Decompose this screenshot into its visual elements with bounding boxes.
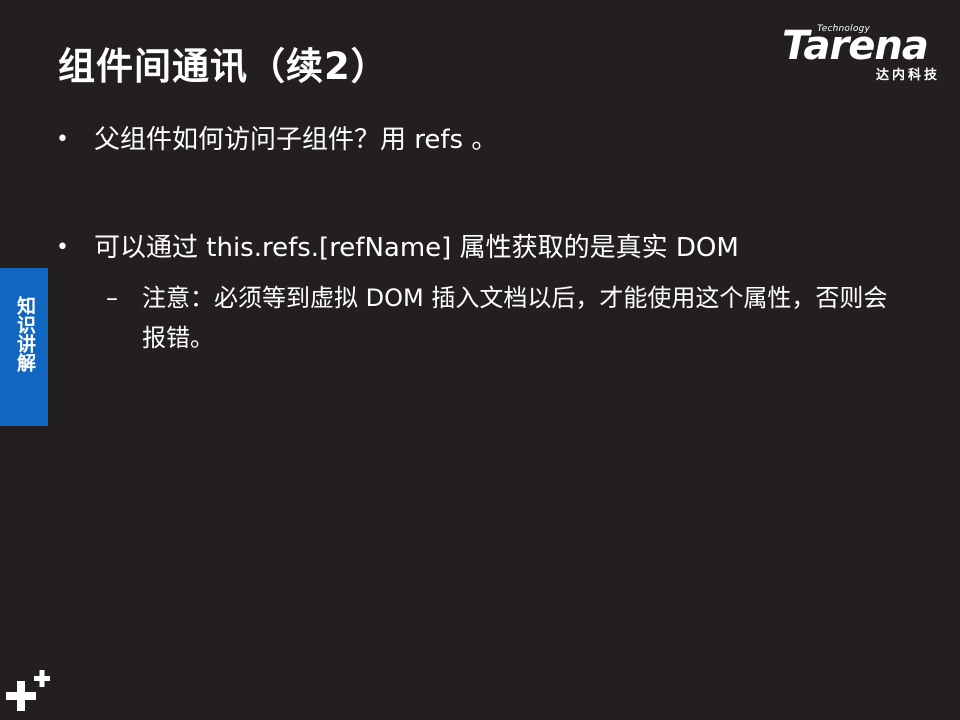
slide-title: 组件间通讯（续2） xyxy=(58,45,389,88)
bullet-marker: • xyxy=(56,127,69,152)
bullet-text: 父组件如何访问子组件？用 refs 。 xyxy=(94,125,498,155)
brand-chinese-name: 达内科技 xyxy=(875,68,940,83)
sub-bullet-text: 注意：必须等到虚拟 DOM 插入文档以后，才能使用这个属性，否则会报错。 xyxy=(142,284,888,352)
brand-wordmark: Tarena xyxy=(782,23,929,69)
plus-logo-icon xyxy=(6,670,50,711)
sub-bullet-marker: – xyxy=(106,284,118,312)
brand-logo: Technology Tarena 达内科技 xyxy=(780,22,946,84)
bullet-marker: • xyxy=(56,235,69,260)
bullet-text: 可以通过 this.refs.[refName] 属性获取的是真实 DOM xyxy=(94,233,739,263)
side-tab-label: 知识讲解 xyxy=(14,296,36,372)
section-side-tab: 知识讲解 xyxy=(0,268,48,426)
